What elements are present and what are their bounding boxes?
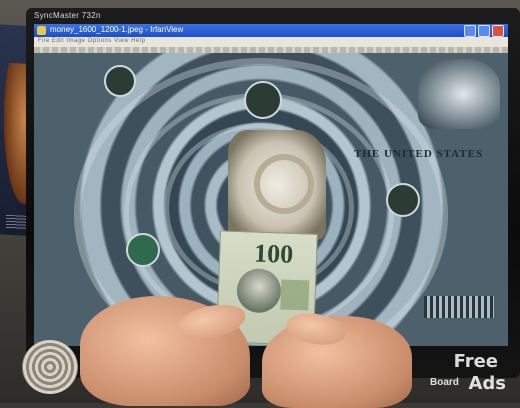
monitor-brand-label: SyncMaster 732n	[34, 11, 101, 20]
banknote-denomination: 100	[253, 238, 294, 269]
window-controls	[464, 25, 504, 37]
banknote-portrait	[236, 267, 282, 314]
watermark-logo: Free Board Ads	[430, 351, 506, 397]
minimize-button[interactable]	[464, 25, 476, 37]
maximize-button[interactable]	[478, 25, 490, 37]
pinecone-ornament	[22, 340, 78, 394]
watermark-free: Free	[453, 351, 498, 372]
bill-portrait	[418, 59, 500, 129]
watermark-board: Board	[430, 377, 459, 388]
menu-bar: File Edit Image Options View Help	[34, 37, 508, 47]
bill-portrait-frame	[254, 154, 314, 214]
window-title: money_1600_1200-1.jpeg - IrfanView	[50, 25, 184, 34]
bill-seal	[104, 65, 136, 97]
bill-seal	[244, 81, 282, 119]
crumpled-bill-top	[228, 130, 326, 240]
window-titlebar[interactable]: money_1600_1200-1.jpeg - IrfanView	[34, 24, 508, 37]
watermark-ads: Ads	[468, 373, 506, 394]
close-button[interactable]	[492, 25, 504, 37]
treasury-seal	[126, 233, 160, 267]
bill-border-pattern	[424, 296, 494, 318]
menu-items[interactable]: File Edit Image Options View Help	[38, 38, 145, 44]
banknote-green-ink	[280, 279, 310, 311]
bill-seal	[386, 183, 420, 217]
irfanview-app-icon	[37, 26, 46, 35]
bill-text: THE UNITED STATES	[354, 148, 484, 160]
